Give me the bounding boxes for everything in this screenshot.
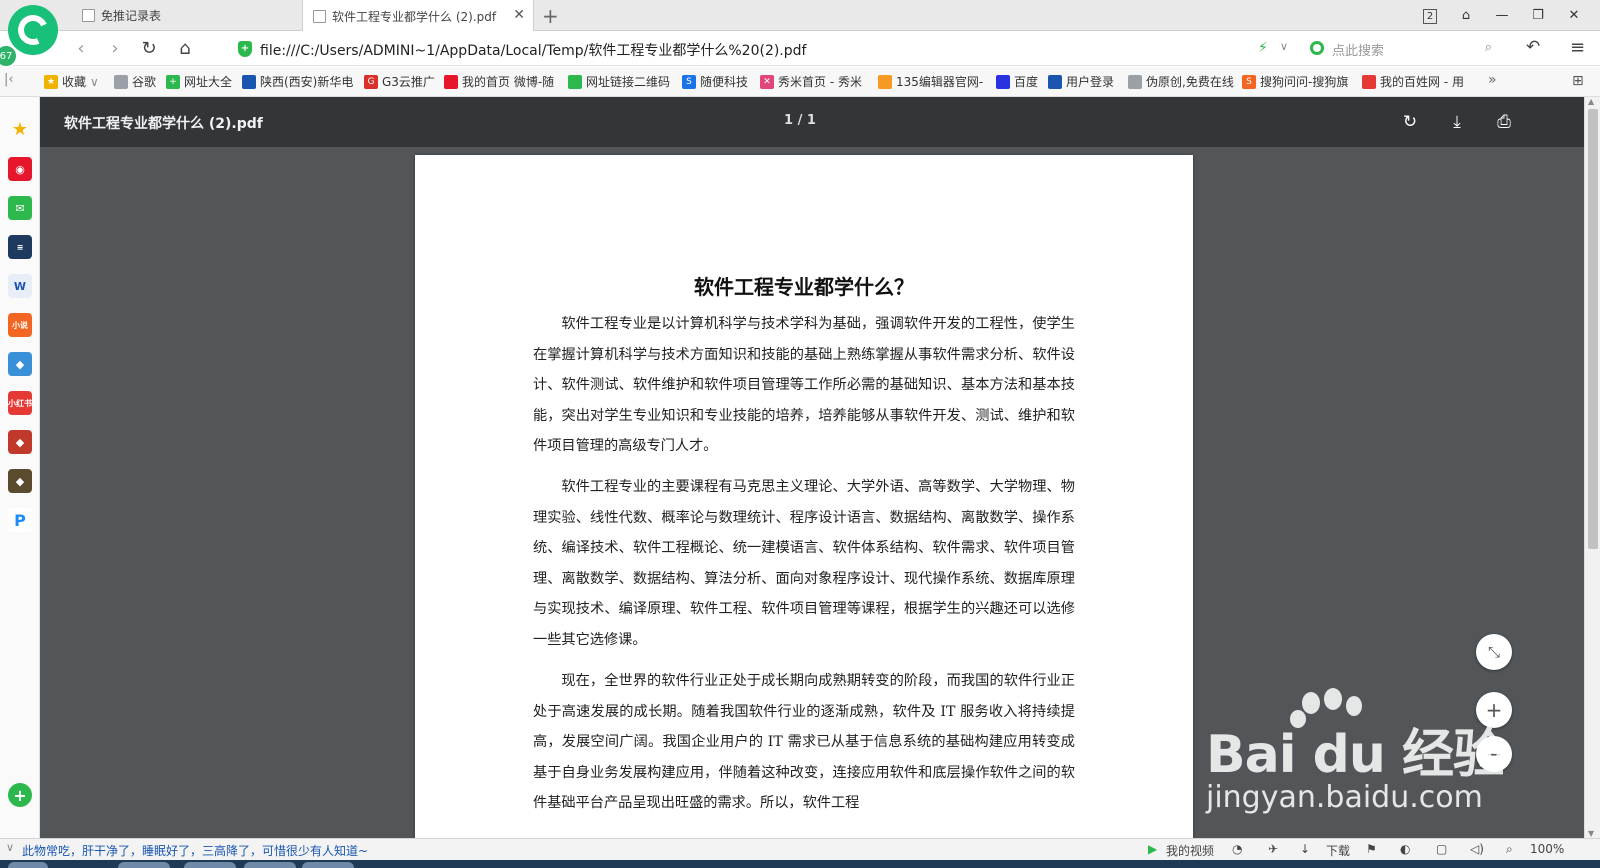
tab-active[interactable]: 软件工程专业都学什么 (2).pdf ✕	[302, 0, 534, 32]
bookmark-item[interactable]: 网址链接二维码	[568, 73, 670, 90]
refresh-icon[interactable]: ↻	[138, 38, 160, 59]
address-input[interactable]: file:///C:/Users/ADMINI~1/AppData/Local/…	[260, 40, 806, 60]
my-video-link[interactable]: 我的视频	[1166, 842, 1214, 859]
bookmark-item[interactable]: 我的百姓网 - 用	[1362, 73, 1464, 90]
weibo-icon[interactable]: ◉	[8, 157, 32, 181]
bookmark-item[interactable]: 用户登录	[1048, 73, 1114, 90]
scroll-up-icon[interactable]: ▲	[1588, 97, 1594, 106]
bookmark-item[interactable]: S 随便科技	[682, 73, 748, 90]
back-icon[interactable]: ‹	[70, 38, 92, 59]
download-icon[interactable]: ⤓	[1443, 108, 1471, 136]
window-controls: 2 ⌂ — ❐ ✕	[1412, 0, 1592, 31]
bookmark-item[interactable]: 陕西(西安)新华电	[242, 73, 353, 90]
zoom-level[interactable]: 100%	[1530, 842, 1564, 856]
tab-count-button[interactable]: 2	[1412, 8, 1448, 24]
favorites-icon[interactable]: ★	[8, 117, 32, 141]
scroll-down-icon[interactable]: ▼	[1588, 829, 1594, 838]
speed-icon[interactable]: ◔	[1232, 842, 1242, 856]
search-engine-icon	[1310, 41, 1324, 55]
bookmark-item[interactable]: S 搜狗问问-搜狗旗	[1242, 73, 1348, 90]
more-bookmarks-icon[interactable]: »	[1488, 72, 1497, 88]
collapse-sidebar-icon[interactable]: |‹	[4, 72, 14, 87]
rotate-icon[interactable]: ↻	[1396, 108, 1424, 136]
news-app-icon[interactable]: ≡	[8, 235, 32, 259]
tab-inactive[interactable]: 免推记录表	[72, 0, 302, 31]
pdf-toolbar: 软件工程专业都学什么 (2).pdf 1 / 1 ↻ ⤓ ⎙	[40, 97, 1584, 147]
shop-app-icon[interactable]: 小红书	[8, 391, 32, 415]
scrollbar[interactable]: ▲ ▼	[1584, 97, 1600, 838]
new-tab-icon[interactable]: +	[542, 4, 559, 28]
scroll-thumb[interactable]	[1588, 109, 1598, 549]
bookmark-item[interactable]: ★ 收藏 ∨	[44, 73, 99, 90]
chevron-down-icon[interactable]: ∨	[6, 841, 14, 854]
left-sidebar: ★ ◉ ✉ ≡ W 小说 ◆ 小红书 ◆ ◆ P +	[0, 97, 40, 838]
tab-label: 软件工程专业都学什么 (2).pdf	[332, 9, 497, 24]
flag-icon[interactable]: ⚑	[1366, 842, 1377, 856]
bookmarks-bar: |‹ ★ 收藏 ∨ 谷歌 + 网址大全 陕西(西安)新华电 G G3云推广 我的首页 微…	[0, 67, 1600, 97]
pdf-viewer: 软件工程专业都学什么 (2).pdf 1 / 1 ↻ ⤓ ⎙ 软件工程专业都学什…	[40, 97, 1584, 838]
bookmark-item[interactable]: 135编辑器官网-	[878, 73, 983, 90]
game-app-icon-2[interactable]: ◆	[8, 430, 32, 454]
bookmark-item[interactable]: 伪原创,免费在线	[1128, 73, 1234, 90]
mail-icon[interactable]: ✉	[8, 196, 32, 220]
print-icon[interactable]: ⎙	[1490, 108, 1518, 136]
document-icon[interactable]: W	[8, 274, 32, 298]
pdf-page: 软件工程专业都学什么？ 软件工程专业是以计算机科学与技术学科为基础，强调软件开发…	[415, 155, 1193, 838]
tab-label: 免推记录表	[101, 9, 162, 23]
status-bar: ∨ 此物常吃，肝干净了，睡眠好了，三高降了，可惜很少有人知道~ ▶ 我的视频 ◔…	[0, 838, 1600, 860]
bookmark-item[interactable]: 我的首页 微博-随	[444, 73, 554, 90]
forward-icon[interactable]: ›	[104, 38, 126, 59]
chevron-down-icon[interactable]: ∨	[1280, 40, 1288, 53]
search-input[interactable]: 点此搜索 ⌕	[1306, 38, 1496, 60]
novel-app-icon[interactable]: 小说	[8, 313, 32, 337]
os-taskbar	[0, 860, 1600, 868]
restore-button[interactable]: ❐	[1520, 8, 1556, 23]
page-icon	[82, 9, 95, 22]
page-icon	[313, 9, 326, 23]
search-icon[interactable]: ⌕	[1485, 40, 1492, 55]
apps-grid-icon[interactable]: ⊞	[1572, 73, 1584, 89]
bookmark-item[interactable]: G G3云推广	[364, 73, 435, 90]
paragraph: 现在，全世界的软件行业正处于成长期向成熟期转变的阶段，而我国的软件行业正处于高速…	[533, 673, 1075, 812]
close-window-button[interactable]: ✕	[1556, 8, 1592, 23]
paragraph: 软件工程专业是以计算机科学与技术学科为基础，强调软件开发的工程性，使学生在掌握计…	[533, 316, 1075, 455]
bookmark-item[interactable]: + 网址大全	[166, 73, 232, 90]
undo-icon[interactable]: ↶	[1526, 37, 1540, 57]
pdf-title: 软件工程专业都学什么 (2).pdf	[64, 116, 263, 132]
search-placeholder: 点此搜索	[1332, 44, 1385, 59]
bookmark-item[interactable]: ✕ 秀米首页 - 秀米	[760, 73, 862, 90]
zoom-out-button[interactable]: −	[1476, 736, 1512, 772]
speed-mode-icon[interactable]: ⚡	[1258, 40, 1268, 56]
game-app-icon[interactable]: ◆	[8, 352, 32, 376]
download-link[interactable]: 下载	[1326, 842, 1350, 859]
fit-page-button[interactable]: ⤡	[1476, 634, 1512, 670]
zoom-in-button[interactable]: +	[1476, 692, 1512, 728]
close-tab-icon[interactable]: ✕	[513, 7, 525, 23]
browser-logo[interactable]	[8, 5, 58, 55]
pin-icon[interactable]: ✈	[1268, 842, 1278, 856]
add-sidebar-icon[interactable]: +	[8, 783, 32, 807]
bookmark-item[interactable]: 谷歌	[114, 73, 156, 90]
menu-icon[interactable]: ≡	[1570, 37, 1585, 58]
video-icon[interactable]: ▶	[1148, 842, 1157, 856]
skin-icon[interactable]: ⌂	[1448, 8, 1484, 23]
download-arrow-icon[interactable]: ↓	[1300, 842, 1310, 856]
bookmark-item[interactable]: 百度	[996, 73, 1038, 90]
cleanup-icon[interactable]: ◐	[1400, 842, 1410, 856]
window-icon[interactable]: ▢	[1436, 842, 1447, 856]
paragraph: 软件工程专业的主要课程有马克思主义理论、大学外语、高等数学、大学物理、物理实验、…	[533, 479, 1075, 648]
tab-bar: 免推记录表 软件工程专业都学什么 (2).pdf ✕ + 2 ⌂ — ❐ ✕	[0, 0, 1600, 32]
page-indicator: 1 / 1	[784, 113, 816, 128]
volume-icon[interactable]: ◁)	[1470, 842, 1484, 856]
news-ticker[interactable]: 此物常吃，肝干净了，睡眠好了，三高降了，可惜很少有人知道~	[22, 842, 368, 859]
minimize-button[interactable]: —	[1484, 8, 1520, 23]
navigation-bar: ‹ › ↻ ⌂ + file:///C:/Users/ADMINI~1/AppD…	[0, 31, 1600, 66]
document-title: 软件工程专业都学什么？	[694, 275, 914, 299]
game-app-icon-3[interactable]: ◆	[8, 469, 32, 493]
security-shield-icon[interactable]: +	[238, 41, 252, 57]
zoom-icon[interactable]: ⌕	[1506, 842, 1513, 857]
home-icon[interactable]: ⌂	[174, 38, 196, 59]
paypal-icon[interactable]: P	[8, 508, 32, 532]
